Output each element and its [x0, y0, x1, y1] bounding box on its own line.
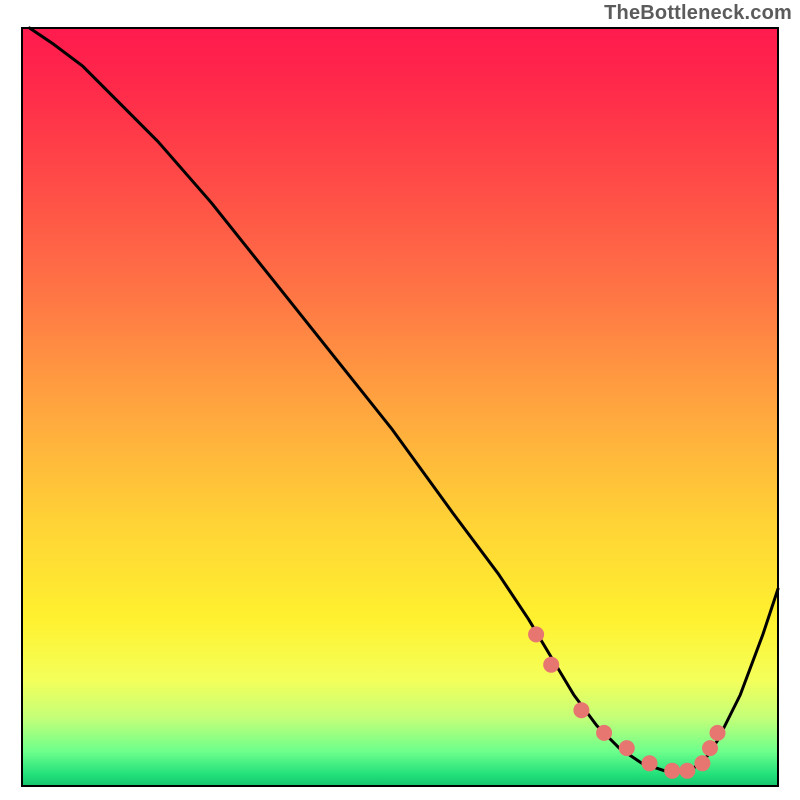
- plot-background: [22, 28, 778, 786]
- attribution-text: TheBottleneck.com: [604, 2, 792, 25]
- sweet-spot-marker: [710, 725, 726, 741]
- sweet-spot-marker: [694, 755, 710, 771]
- sweet-spot-marker: [702, 740, 718, 756]
- sweet-spot-marker: [642, 755, 658, 771]
- sweet-spot-marker: [573, 702, 589, 718]
- sweet-spot-marker: [596, 725, 612, 741]
- sweet-spot-marker: [664, 763, 680, 779]
- sweet-spot-marker: [528, 626, 544, 642]
- sweet-spot-marker: [543, 657, 559, 673]
- chart-container: TheBottleneck.com: [0, 0, 800, 800]
- sweet-spot-marker: [679, 763, 695, 779]
- sweet-spot-marker: [619, 740, 635, 756]
- bottleneck-chart: [0, 0, 800, 800]
